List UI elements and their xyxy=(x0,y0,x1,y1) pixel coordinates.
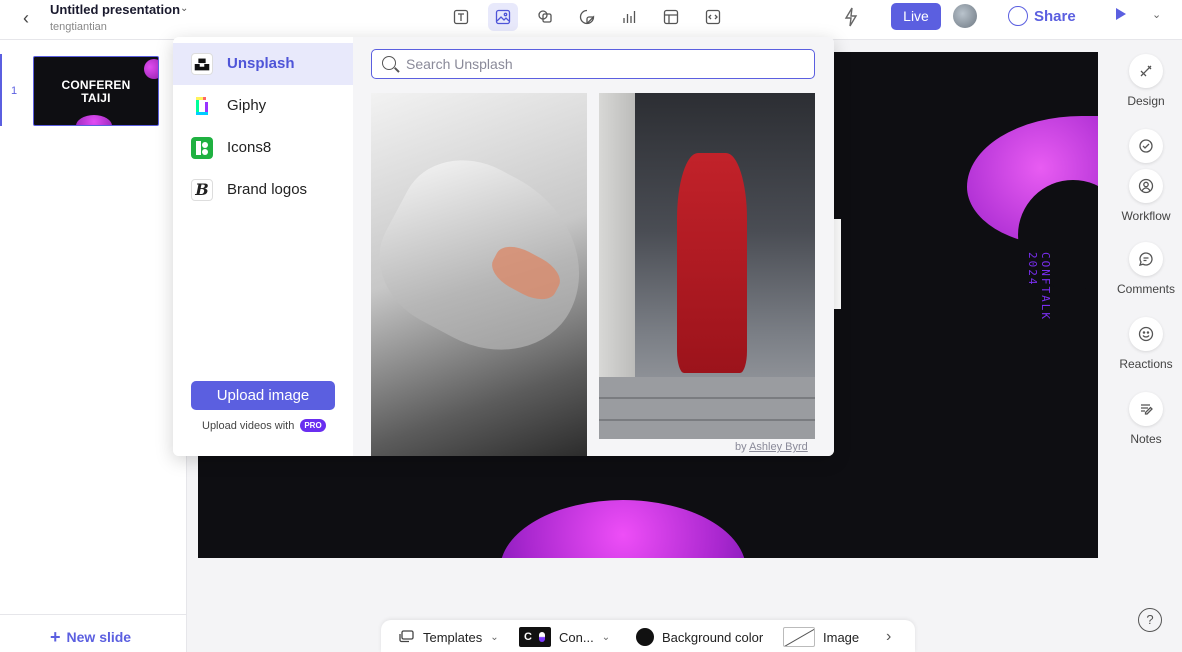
image-tool-icon[interactable] xyxy=(488,3,518,31)
comments-panel-button[interactable]: Comments xyxy=(1110,242,1182,296)
media-picker-popover: Unsplash Giphy Icons8 B Brand logos Uplo… xyxy=(173,37,834,456)
source-label: Giphy xyxy=(227,97,267,114)
photo-steps xyxy=(599,377,815,439)
user-circle-icon xyxy=(1129,169,1163,203)
chevron-down-icon[interactable]: ⌄ xyxy=(1152,8,1161,21)
workflow-label: Workflow xyxy=(1121,209,1171,223)
slide-number: 1 xyxy=(11,85,18,97)
brandfetch-icon: B xyxy=(191,179,213,201)
new-slide-button[interactable]: + New slide xyxy=(50,627,132,647)
theme-button[interactable]: C Con... ⌄ xyxy=(519,627,610,647)
photo-credit: by Ashley Byrd xyxy=(735,441,808,453)
canvas-edge-handle[interactable] xyxy=(834,219,841,309)
back-chevron-icon[interactable]: ‹ xyxy=(16,8,36,28)
thumb-title: CONFEREN TAIJI xyxy=(34,79,158,105)
icons8-icon xyxy=(191,137,213,159)
no-image-icon xyxy=(783,627,815,647)
source-label: Unsplash xyxy=(227,55,295,72)
credit-prefix: by xyxy=(735,441,747,453)
text-tool-icon[interactable] xyxy=(446,3,476,31)
magenta-blob-bottom xyxy=(500,500,746,558)
reactions-label: Reactions xyxy=(1119,357,1173,371)
plus-icon: + xyxy=(50,627,61,647)
source-unsplash[interactable]: Unsplash xyxy=(173,43,353,85)
lightning-bolt-icon[interactable] xyxy=(840,5,862,29)
pro-badge[interactable]: PRO xyxy=(300,419,326,432)
templates-icon xyxy=(399,630,414,643)
new-slide-label: New slide xyxy=(66,629,132,645)
design-label: Design xyxy=(1127,94,1165,108)
live-button[interactable]: Live xyxy=(891,3,941,30)
unsplash-photo-sneaker[interactable] xyxy=(371,93,587,456)
upload-videos-text: Upload videos with xyxy=(202,419,295,432)
design-icon xyxy=(1129,54,1163,88)
chevron-down-icon: ⌄ xyxy=(601,631,611,643)
search-unsplash-box[interactable] xyxy=(371,49,815,79)
unsplash-icon xyxy=(191,53,213,75)
unsplash-results: by Ashley Byrd xyxy=(353,37,834,456)
upload-image-button[interactable]: Upload image xyxy=(191,381,335,410)
check-badge-icon xyxy=(1129,129,1163,163)
vertical-conftalk-text[interactable]: CONFTALK 2024 xyxy=(1026,252,1052,358)
source-brand-logos[interactable]: B Brand logos xyxy=(173,169,353,211)
design-panel-button[interactable]: Design xyxy=(1110,54,1182,108)
background-color-label: Background color xyxy=(662,629,764,645)
globe-icon xyxy=(1008,6,1028,26)
workflow-panel-button[interactable]: Workflow xyxy=(1110,129,1182,223)
share-label: Share xyxy=(1034,7,1076,25)
theme-label: Con... xyxy=(559,629,594,645)
thumb-blob-right xyxy=(144,59,158,79)
theme-swatch-icon: C xyxy=(519,627,551,647)
right-sidebar: Design Workflow Comments Reactions Notes xyxy=(1110,40,1182,652)
title-chevron-down-icon[interactable]: ⌄ xyxy=(180,3,188,14)
image-bg-button[interactable]: Image xyxy=(783,627,859,647)
divider xyxy=(0,614,187,615)
sticker-tool-icon[interactable] xyxy=(572,3,602,31)
source-icons8[interactable]: Icons8 xyxy=(173,127,353,169)
search-unsplash-input[interactable] xyxy=(406,54,806,74)
photo-figure xyxy=(677,153,747,373)
top-bar: ‹ Untitled presentation ⌄ tengtiantian L… xyxy=(0,0,1182,40)
credit-author-link[interactable]: Ashley Byrd xyxy=(749,441,808,453)
slide-thumbnail[interactable]: CONFEREN TAIJI xyxy=(33,56,159,126)
smiley-icon xyxy=(1129,317,1163,351)
thumb-title-line2: TAIJI xyxy=(81,91,111,105)
presentation-title[interactable]: Untitled presentation xyxy=(50,2,180,17)
unsplash-photo-red-dress[interactable] xyxy=(599,93,815,439)
reactions-panel-button[interactable]: Reactions xyxy=(1110,317,1182,371)
chevron-down-icon: ⌄ xyxy=(490,631,499,643)
thumb-blob-bottom xyxy=(76,115,112,125)
giphy-icon xyxy=(191,95,213,117)
comments-label: Comments xyxy=(1116,282,1175,296)
templates-label: Templates xyxy=(423,629,483,645)
source-giphy[interactable]: Giphy xyxy=(173,85,353,127)
color-swatch-icon xyxy=(636,628,654,646)
chevron-right-icon[interactable]: › xyxy=(886,627,891,647)
notes-icon xyxy=(1129,392,1163,426)
notes-panel-button[interactable]: Notes xyxy=(1110,392,1182,446)
comment-icon xyxy=(1129,242,1163,276)
owner-name: tengtiantian xyxy=(50,21,107,33)
background-color-button[interactable]: Background color xyxy=(636,627,763,647)
user-avatar[interactable] xyxy=(953,4,977,28)
notes-label: Notes xyxy=(1130,432,1162,446)
share-button[interactable]: Share xyxy=(1008,4,1076,28)
image-label: Image xyxy=(823,629,860,645)
templates-button[interactable]: Templates ⌄ xyxy=(397,627,499,647)
embed-tool-icon[interactable] xyxy=(698,3,728,31)
source-label: Brand logos xyxy=(227,181,308,198)
media-sources-list: Unsplash Giphy Icons8 B Brand logos Uplo… xyxy=(173,37,353,456)
play-icon[interactable] xyxy=(1116,8,1126,20)
shapes-tool-icon[interactable] xyxy=(530,3,560,31)
upload-videos-note: Upload videos with PRO xyxy=(202,419,326,432)
bottom-toolbar: Templates ⌄ C Con... ⌄ Background color … xyxy=(381,620,915,652)
active-slide-marker xyxy=(0,54,2,126)
source-label: Icons8 xyxy=(227,139,272,156)
search-icon xyxy=(382,56,396,70)
slides-panel: 1 CONFEREN TAIJI + New slide xyxy=(0,40,187,652)
chart-tool-icon[interactable] xyxy=(614,3,644,31)
sneaker-shape xyxy=(371,136,587,380)
table-tool-icon[interactable] xyxy=(656,3,686,31)
help-icon[interactable]: ? xyxy=(1138,608,1162,632)
